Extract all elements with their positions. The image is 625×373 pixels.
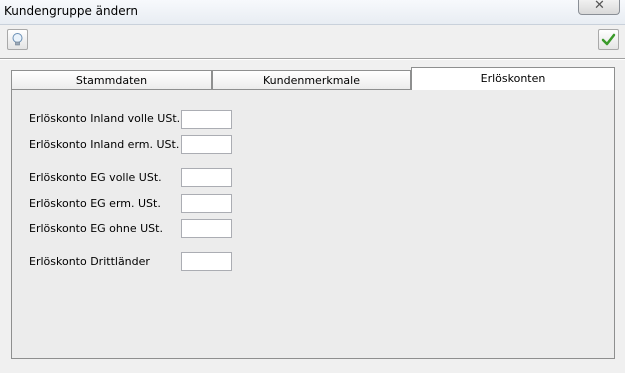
tab-label: Erlöskonten [480,72,546,85]
checkmark-icon [601,33,616,46]
erloeskonto-inland-volle-input[interactable] [181,110,232,129]
info-button[interactable] [7,29,28,50]
erloeskonto-eg-erm-input[interactable] [181,194,232,213]
tab-erloeskonten[interactable]: Erlöskonten [411,67,615,90]
field-label: Erlöskonto EG erm. USt. [29,197,161,210]
tab-label: Kundenmerkmale [263,74,360,87]
erloeskonto-inland-erm-input[interactable] [181,135,232,154]
tab-kundenmerkmale[interactable]: Kundenmerkmale [212,70,411,89]
title-bar: Kundengruppe ändern ✕ [0,0,625,25]
close-button[interactable]: ✕ [578,0,620,15]
tab-panel-erloeskonten: Erlöskonto Inland volle USt. Erlöskonto … [11,89,615,359]
window-title: Kundengruppe ändern [4,4,138,18]
tab-label: Stammdaten [75,74,148,87]
field-label: Erlöskonto Inland erm. USt. [29,138,180,151]
field-label: Erlöskonto EG ohne USt. [29,222,163,235]
tab-stammdaten[interactable]: Stammdaten [11,70,212,89]
field-label: Erlöskonto Inland volle USt. [29,112,181,125]
field-label: Erlöskonto EG volle USt. [29,171,162,184]
erloeskonto-drittlaender-input[interactable] [181,252,232,271]
lightbulb-icon [12,33,23,46]
close-icon: ✕ [594,0,605,13]
erloeskonto-eg-volle-input[interactable] [181,168,232,187]
toolbar [1,25,623,58]
confirm-button[interactable] [598,29,619,50]
field-label: Erlöskonto Drittländer [29,255,150,268]
toolbar-separator [0,58,625,60]
erloeskonto-eg-ohne-input[interactable] [181,219,232,238]
